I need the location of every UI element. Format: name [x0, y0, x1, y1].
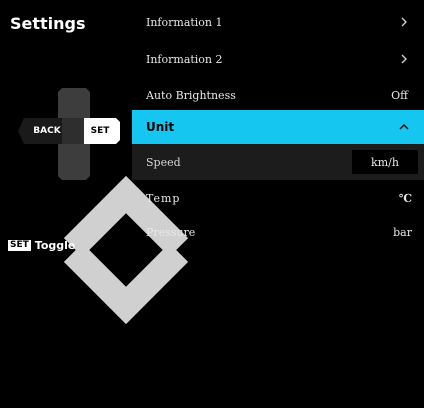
hint-key-badge: SET: [8, 240, 31, 251]
menu-item-label: Pressure: [146, 225, 196, 239]
settings-screen: Settings BACK SET SET Toggle Information…: [0, 0, 424, 325]
pressure-value: bar: [393, 225, 412, 239]
menu-item-label: Information 2: [146, 52, 223, 66]
chevron-right-icon: [401, 17, 407, 27]
chevron-right-icon: [401, 54, 407, 64]
speed-value-field[interactable]: km/h: [352, 150, 418, 174]
chevron-up-icon: [399, 124, 409, 130]
chevron-down-icon[interactable]: [60, 150, 189, 325]
back-button[interactable]: BACK: [28, 122, 66, 140]
menu-item-label: Information 1: [146, 15, 223, 29]
submenu-item-temp[interactable]: Temp ℃: [132, 180, 424, 216]
menu-item-auto-brightness[interactable]: Auto Brightness Off: [132, 77, 424, 113]
menu-item-label: Speed: [146, 155, 181, 169]
menu-item-label: Auto Brightness: [146, 88, 236, 102]
temp-value: ℃: [398, 191, 412, 205]
hint-text: Toggle: [34, 239, 76, 252]
submenu-item-pressure[interactable]: Pressure bar: [132, 214, 424, 250]
control-panel: Settings BACK SET SET Toggle: [0, 0, 189, 325]
chevron-up-icon[interactable]: [60, 92, 189, 257]
menu-item-label: Temp: [146, 191, 181, 205]
menu-item-label: Unit: [146, 120, 175, 134]
toggle-hint: SET Toggle: [8, 239, 75, 252]
submenu-item-speed[interactable]: Speed km/h: [132, 144, 424, 180]
settings-menu: Information 1 Information 2 Auto Brightn…: [132, 0, 424, 258]
menu-item-information-1[interactable]: Information 1: [132, 4, 424, 40]
set-button[interactable]: SET: [84, 122, 116, 140]
auto-brightness-value: Off: [391, 88, 408, 102]
menu-item-information-2[interactable]: Information 2: [132, 41, 424, 77]
menu-item-unit[interactable]: Unit: [132, 110, 424, 144]
